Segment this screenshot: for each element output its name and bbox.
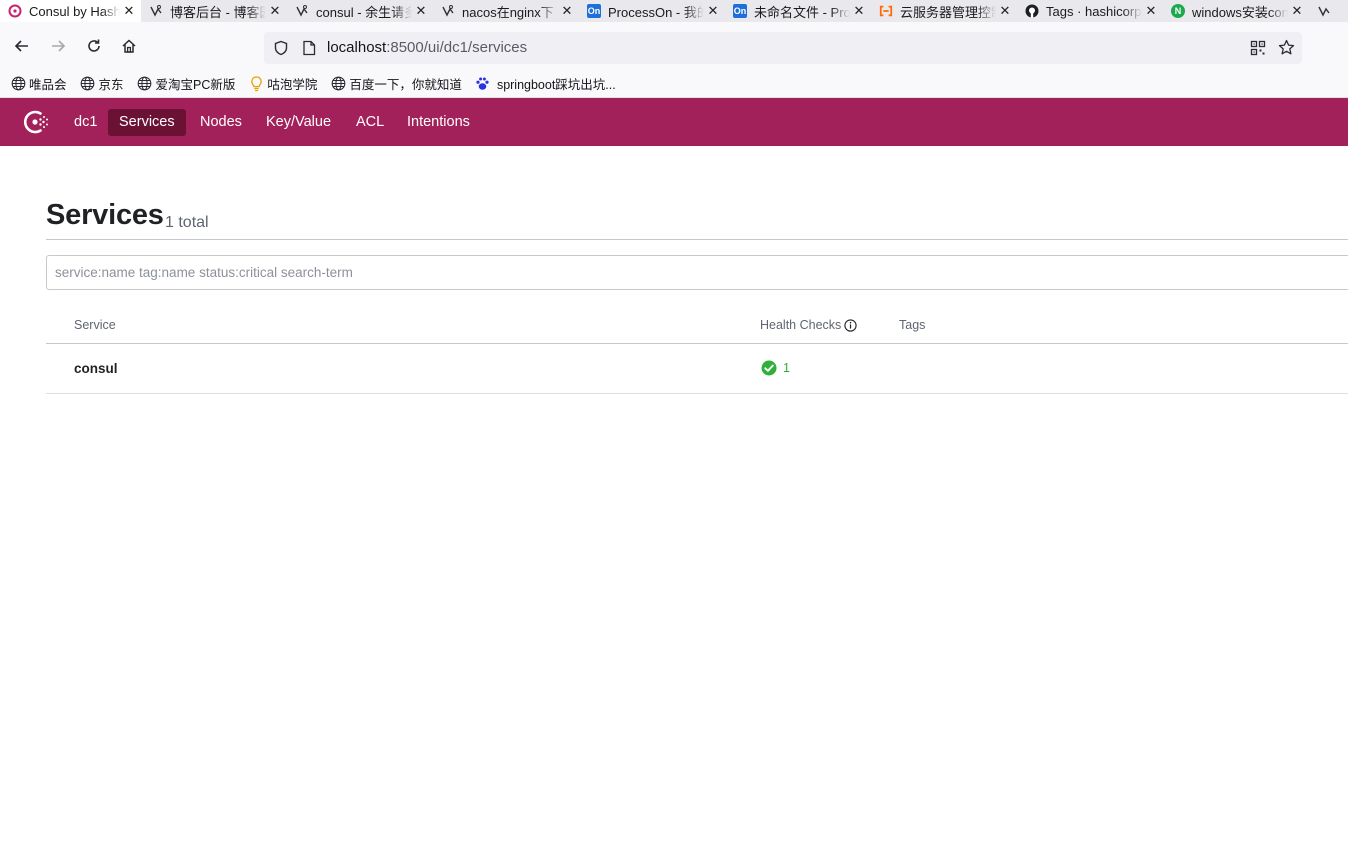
browser-tab-label: 未命名文件 - ProcessOn	[754, 4, 850, 20]
browser-tab[interactable]: 博客后台 - 博客园 ✕	[141, 0, 287, 22]
column-header-label: Health Checks	[760, 318, 842, 332]
nav-services[interactable]: Services	[108, 109, 186, 136]
browser-tab[interactable]: N windows安装consul ✕	[1163, 0, 1309, 22]
datacenter-selector[interactable]: dc1	[74, 98, 97, 146]
url-path: :8500/ui/dc1/services	[386, 39, 528, 56]
health-passing-count: 1	[783, 361, 790, 375]
bookmark-item[interactable]: 咕泡学院	[248, 74, 317, 93]
bookmark-label: springboot踩坑出坑...	[496, 78, 616, 92]
close-icon[interactable]: ✕	[123, 3, 135, 19]
globe-icon	[10, 76, 26, 92]
consul-top-nav: dc1 Services Nodes Key/Value ACL Intenti…	[0, 98, 1348, 146]
close-icon[interactable]: ✕	[707, 3, 719, 19]
browser-tab[interactable]: Consul by HashiCorp ✕	[0, 0, 141, 22]
close-icon[interactable]: ✕	[269, 3, 281, 19]
browser-tab[interactable]: 云服务器管理控制台 ✕	[871, 0, 1017, 22]
bookmark-item[interactable]: 京东	[80, 74, 124, 93]
bookmark-label: 爱淘宝PC新版	[155, 78, 236, 92]
close-icon[interactable]: ✕	[1145, 3, 1157, 19]
bookmark-item[interactable]: 百度一下，你就知道	[330, 74, 462, 93]
cnblogs-icon	[295, 4, 309, 18]
nav-nodes[interactable]: Nodes	[189, 109, 253, 136]
qr-code-icon[interactable]	[1250, 40, 1266, 56]
close-icon[interactable]: ✕	[853, 3, 865, 19]
bookmark-label: 京东	[98, 78, 124, 92]
check-circle-icon	[761, 360, 777, 376]
browser-toolbar: localhost:8500/ui/dc1/services	[0, 22, 1348, 70]
bookmark-item[interactable]: 爱淘宝PC新版	[137, 74, 236, 93]
bookmark-item[interactable]: 唯品会	[10, 74, 67, 93]
n-icon: N	[1171, 4, 1185, 18]
forward-arrow-icon	[52, 40, 66, 52]
github-icon	[1025, 4, 1039, 18]
bulb-icon	[248, 75, 264, 92]
browser-tab-label: Tags · hashicorp/consul	[1046, 3, 1142, 19]
title-divider	[46, 239, 1348, 240]
column-header-service[interactable]: Service	[74, 318, 116, 332]
bookmark-label: 百度一下，你就知道	[349, 78, 462, 92]
bookmark-label: 咕泡学院	[267, 78, 318, 92]
processon-icon: On	[733, 4, 747, 18]
globe-icon	[330, 76, 346, 92]
baidu-paw-icon	[475, 76, 491, 92]
browser-tab-label: 云服务器管理控制台	[900, 4, 996, 20]
browser-tab[interactable]: On ProcessOn - 我的文件 ✕	[579, 0, 725, 22]
reload-icon	[88, 39, 100, 52]
close-icon[interactable]: ✕	[1291, 3, 1303, 19]
globe-icon	[137, 76, 153, 92]
aliyun-icon	[879, 4, 893, 18]
column-header-health-checks[interactable]: Health Checks	[760, 318, 857, 332]
page-title: Services	[46, 199, 164, 231]
browser-tab[interactable]: nacos在nginx下 ✕	[433, 0, 579, 22]
service-name-link[interactable]: consul	[74, 361, 118, 376]
url-text[interactable]: localhost:8500/ui/dc1/services	[327, 39, 527, 57]
browser-tab-strip: Consul by HashiCorp ✕ 博客后台 - 博客园 ✕ consu…	[0, 0, 1348, 22]
nav-acl[interactable]: ACL	[345, 109, 395, 136]
globe-icon	[80, 76, 96, 92]
home-button[interactable]	[115, 32, 143, 60]
info-icon[interactable]	[844, 318, 857, 332]
browser-tab-label: windows安装consul	[1192, 4, 1288, 20]
browser-tab-label: 博客后台 - 博客园	[170, 4, 266, 20]
cnblogs-icon	[149, 4, 163, 18]
browser-tab-label: Consul by HashiCorp	[29, 3, 120, 19]
consul-logo-icon[interactable]	[21, 108, 51, 136]
browser-tab[interactable]: On 未命名文件 - ProcessOn ✕	[725, 0, 871, 22]
bookmark-star-icon[interactable]	[1278, 39, 1295, 56]
shield-icon[interactable]	[273, 40, 289, 56]
processon-icon: On	[587, 4, 601, 18]
row-divider	[46, 393, 1348, 394]
service-count: 1 total	[165, 214, 209, 231]
cnblogs-icon	[441, 4, 455, 18]
page-info-icon[interactable]	[302, 40, 316, 56]
consul-icon	[8, 4, 22, 18]
forward-button[interactable]	[44, 32, 72, 60]
nav-intentions[interactable]: Intentions	[396, 109, 481, 136]
url-host: localhost	[327, 39, 387, 56]
browser-tab-label: consul - 余生请多指教	[316, 4, 412, 20]
browser-tab[interactable]	[1309, 0, 1339, 22]
nav-key-value[interactable]: Key/Value	[255, 109, 342, 136]
close-icon[interactable]: ✕	[561, 3, 573, 19]
browser-tab-label: nacos在nginx下	[462, 4, 554, 20]
close-icon[interactable]: ✕	[999, 3, 1011, 19]
close-icon[interactable]: ✕	[415, 3, 427, 19]
browser-tab-label: ProcessOn - 我的文件	[608, 4, 704, 20]
health-check-status: 1	[761, 360, 790, 376]
back-arrow-icon	[14, 40, 28, 52]
bookmark-item[interactable]: springboot踩坑出坑...	[475, 74, 616, 93]
bookmark-label: 唯品会	[29, 78, 67, 92]
service-search-input[interactable]	[46, 255, 1348, 290]
cnblogs-icon	[1317, 4, 1331, 18]
reload-button[interactable]	[80, 32, 108, 60]
column-header-tags: Tags	[899, 318, 926, 332]
home-icon	[122, 39, 136, 53]
browser-tab[interactable]: Tags · hashicorp/consul ✕	[1017, 0, 1163, 22]
browser-tab[interactable]: consul - 余生请多指教 ✕	[287, 0, 433, 22]
url-bar[interactable]: localhost:8500/ui/dc1/services	[264, 32, 1302, 64]
table-header-divider	[46, 343, 1348, 344]
bookmarks-bar: 唯品会 京东 爱淘宝PC新版 咕泡学院 百度一下，你就知道 springboot…	[0, 70, 1348, 98]
back-button[interactable]	[8, 32, 36, 60]
